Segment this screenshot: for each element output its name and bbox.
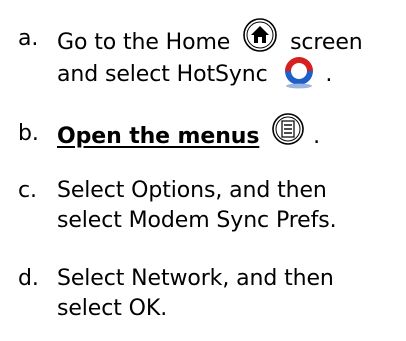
step-text: Go to the Home [57,30,231,55]
step-marker: a. [18,26,39,51]
step-d: d. Select Network, and then select OK. [0,264,406,324]
hotsync-icon [281,53,317,89]
menu-icon [270,111,306,147]
step-c-line-1: Select Options, and then [57,178,327,203]
step-c-line-2: select Modem Sync Prefs. [57,208,337,233]
step-marker: b. [18,121,39,146]
step-text: screen [290,30,363,55]
step-b: b. Open the menus . [0,113,406,159]
step-text: . [325,62,333,87]
step-text: and select HotSync [57,62,268,87]
step-a-line-2: and select HotSync . [57,57,332,93]
step-a: a. Go to the Home screen and select HotS… [0,18,406,93]
home-icon [241,16,279,54]
step-marker: d. [18,266,39,291]
step-c: c. Select Options, and then select Modem… [0,176,406,236]
open-menus-link[interactable]: Open the menus [57,124,259,149]
step-text: . [313,124,321,149]
step-marker: c. [18,178,37,203]
step-d-line-2: select OK. [57,296,168,321]
step-b-line-1: Open the menus . [57,113,321,155]
step-d-line-1: Select Network, and then [57,266,334,291]
instruction-steps: a. Go to the Home screen and select HotS… [0,0,406,341]
